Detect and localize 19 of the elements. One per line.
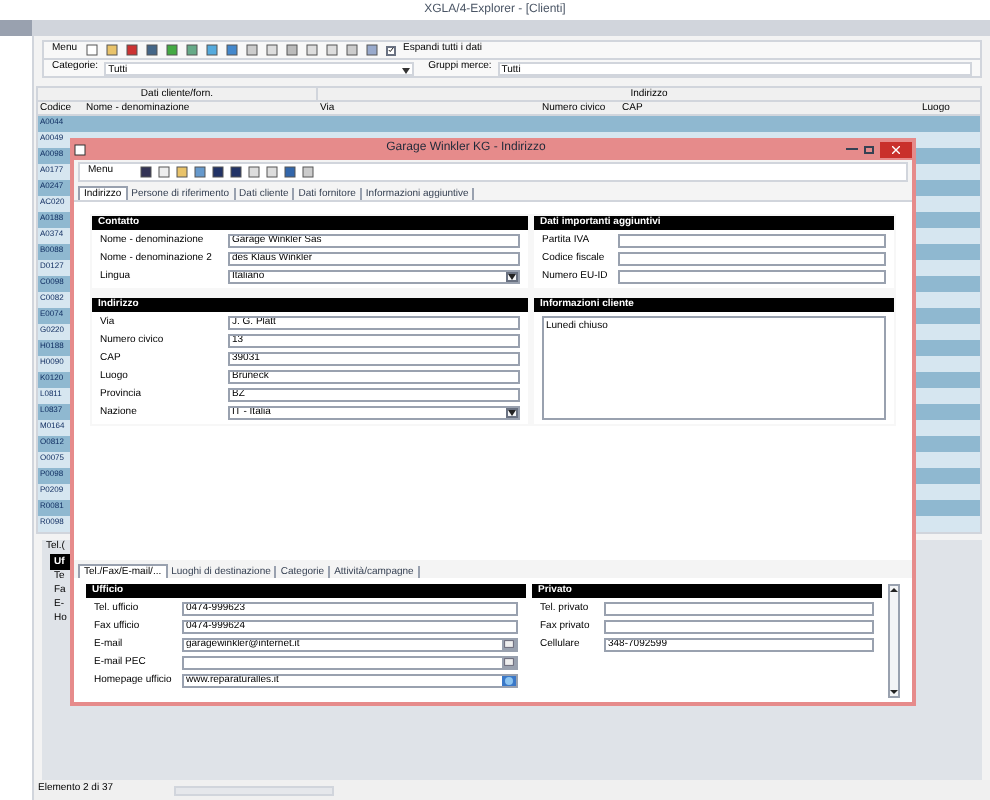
checkbox[interactable] bbox=[385, 45, 396, 55]
input-field[interactable] bbox=[182, 655, 518, 669]
input-field[interactable] bbox=[618, 269, 886, 283]
scroll-up-icon[interactable] bbox=[890, 586, 898, 594]
close-button[interactable] bbox=[879, 141, 912, 157]
globe-button[interactable] bbox=[502, 675, 516, 685]
maximize-button[interactable] bbox=[863, 145, 874, 153]
input-field[interactable] bbox=[604, 601, 874, 615]
input-field[interactable] bbox=[618, 251, 886, 265]
close-icon bbox=[891, 145, 900, 153]
dropdown-arrow-icon[interactable] bbox=[506, 407, 518, 417]
input-field[interactable] bbox=[618, 233, 886, 247]
dropdown-arrow-icon[interactable] bbox=[506, 271, 518, 281]
input-field[interactable] bbox=[604, 619, 874, 633]
minimize-button[interactable] bbox=[845, 148, 858, 150]
caret-icon bbox=[402, 67, 411, 73]
scroll-down-icon[interactable] bbox=[890, 688, 898, 696]
scrollbar[interactable] bbox=[888, 584, 900, 698]
document-icon bbox=[74, 143, 86, 155]
